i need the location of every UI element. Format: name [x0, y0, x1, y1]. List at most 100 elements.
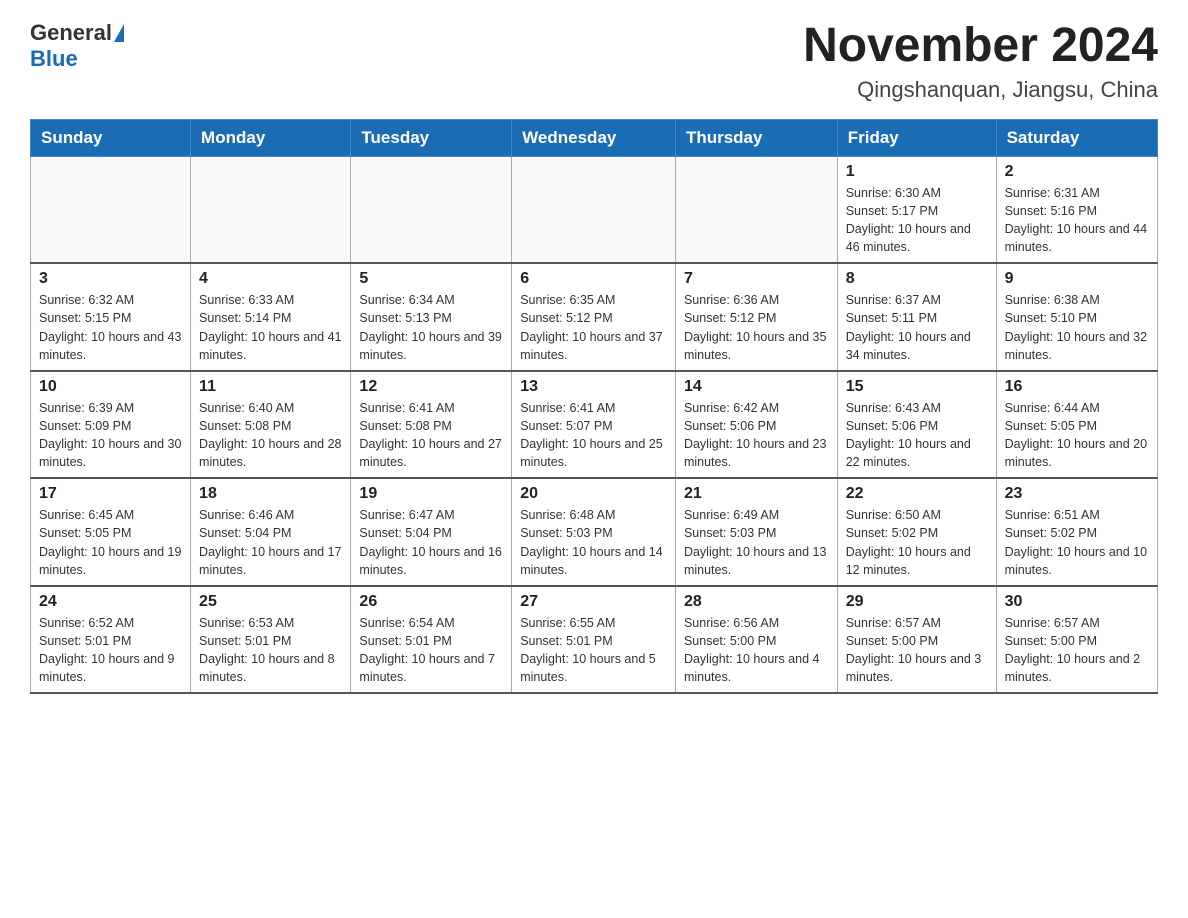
- day-number: 13: [520, 378, 667, 396]
- day-info: Sunrise: 6:48 AM Sunset: 5:03 PM Dayligh…: [520, 506, 667, 579]
- logo: General Blue: [30, 20, 124, 72]
- calendar-day-cell: 26 Sunrise: 6:54 AM Sunset: 5:01 PM Dayli…: [351, 586, 512, 694]
- calendar-day-cell: 28Sunrise: 6:56 AM Sunset: 5:00 PM Dayli…: [675, 586, 837, 694]
- day-info: Sunrise: 6:36 AM Sunset: 5:12 PM Dayligh…: [684, 291, 829, 364]
- day-number: 3: [39, 270, 182, 288]
- day-info: Sunrise: 6:41 AM Sunset: 5:07 PM Dayligh…: [520, 399, 667, 472]
- day-number: 27: [520, 593, 667, 611]
- calendar-day-cell: 16 Sunrise: 6:44 AM Sunset: 5:05 PM Dayli…: [996, 371, 1157, 479]
- calendar-day-cell: [31, 156, 191, 263]
- day-number: 12: [359, 378, 503, 396]
- calendar-day-cell: 23 Sunrise: 6:51 AM Sunset: 5:02 PM Dayli…: [996, 478, 1157, 586]
- day-number: 16: [1005, 378, 1149, 396]
- calendar-day-header: Saturday: [996, 119, 1157, 156]
- calendar-day-cell: 29 Sunrise: 6:57 AM Sunset: 5:00 PM Dayli…: [837, 586, 996, 694]
- page-header: General Blue November 2024 Qingshanquan,…: [30, 20, 1158, 103]
- calendar-day-header: Thursday: [675, 119, 837, 156]
- day-number: 22: [846, 485, 988, 503]
- calendar-day-cell: 4 Sunrise: 6:33 AM Sunset: 5:14 PM Daylig…: [191, 263, 351, 371]
- day-number: 18: [199, 485, 342, 503]
- calendar-day-header: Friday: [837, 119, 996, 156]
- calendar-week-row: 1 Sunrise: 6:30 AM Sunset: 5:17 PM Daylig…: [31, 156, 1158, 263]
- day-number: 8: [846, 270, 988, 288]
- calendar-week-row: 24Sunrise: 6:52 AM Sunset: 5:01 PM Dayli…: [31, 586, 1158, 694]
- calendar-day-cell: 10Sunrise: 6:39 AM Sunset: 5:09 PM Dayli…: [31, 371, 191, 479]
- calendar-day-cell: [191, 156, 351, 263]
- calendar-day-cell: 18 Sunrise: 6:46 AM Sunset: 5:04 PM Dayli…: [191, 478, 351, 586]
- calendar-day-cell: 17 Sunrise: 6:45 AM Sunset: 5:05 PM Dayli…: [31, 478, 191, 586]
- calendar-day-cell: 24Sunrise: 6:52 AM Sunset: 5:01 PM Dayli…: [31, 586, 191, 694]
- calendar-day-cell: 11 Sunrise: 6:40 AM Sunset: 5:08 PM Dayli…: [191, 371, 351, 479]
- calendar-day-cell: 19 Sunrise: 6:47 AM Sunset: 5:04 PM Dayli…: [351, 478, 512, 586]
- day-info: Sunrise: 6:54 AM Sunset: 5:01 PM Dayligh…: [359, 614, 503, 687]
- page-title: November 2024: [803, 20, 1158, 73]
- day-info: Sunrise: 6:57 AM Sunset: 5:00 PM Dayligh…: [846, 614, 988, 687]
- page-subtitle: Qingshanquan, Jiangsu, China: [803, 77, 1158, 103]
- calendar-day-cell: 8Sunrise: 6:37 AM Sunset: 5:11 PM Daylig…: [837, 263, 996, 371]
- day-number: 24: [39, 593, 182, 611]
- calendar-day-cell: [675, 156, 837, 263]
- calendar-day-cell: 3 Sunrise: 6:32 AM Sunset: 5:15 PM Daylig…: [31, 263, 191, 371]
- day-info: Sunrise: 6:53 AM Sunset: 5:01 PM Dayligh…: [199, 614, 342, 687]
- calendar-day-header: Tuesday: [351, 119, 512, 156]
- day-number: 20: [520, 485, 667, 503]
- title-block: November 2024 Qingshanquan, Jiangsu, Chi…: [803, 20, 1158, 103]
- calendar-day-cell: 5 Sunrise: 6:34 AM Sunset: 5:13 PM Daylig…: [351, 263, 512, 371]
- logo-triangle-icon: [114, 24, 124, 42]
- calendar-day-header: Wednesday: [512, 119, 676, 156]
- day-number: 7: [684, 270, 829, 288]
- day-info: Sunrise: 6:43 AM Sunset: 5:06 PM Dayligh…: [846, 399, 988, 472]
- day-number: 17: [39, 485, 182, 503]
- logo-general-text: General: [30, 20, 112, 46]
- day-number: 11: [199, 378, 342, 396]
- logo-blue-text: Blue: [30, 46, 78, 72]
- day-number: 9: [1005, 270, 1149, 288]
- day-number: 25: [199, 593, 342, 611]
- day-number: 29: [846, 593, 988, 611]
- calendar-day-cell: 27 Sunrise: 6:55 AM Sunset: 5:01 PM Dayli…: [512, 586, 676, 694]
- calendar-day-header: Sunday: [31, 119, 191, 156]
- calendar-week-row: 10Sunrise: 6:39 AM Sunset: 5:09 PM Dayli…: [31, 371, 1158, 479]
- day-info: Sunrise: 6:51 AM Sunset: 5:02 PM Dayligh…: [1005, 506, 1149, 579]
- calendar-table: SundayMondayTuesdayWednesdayThursdayFrid…: [30, 119, 1158, 695]
- day-number: 19: [359, 485, 503, 503]
- day-info: Sunrise: 6:32 AM Sunset: 5:15 PM Dayligh…: [39, 291, 182, 364]
- day-number: 26: [359, 593, 503, 611]
- calendar-day-cell: 7 Sunrise: 6:36 AM Sunset: 5:12 PM Daylig…: [675, 263, 837, 371]
- day-info: Sunrise: 6:40 AM Sunset: 5:08 PM Dayligh…: [199, 399, 342, 472]
- day-number: 4: [199, 270, 342, 288]
- day-info: Sunrise: 6:47 AM Sunset: 5:04 PM Dayligh…: [359, 506, 503, 579]
- day-info: Sunrise: 6:42 AM Sunset: 5:06 PM Dayligh…: [684, 399, 829, 472]
- calendar-day-cell: 20 Sunrise: 6:48 AM Sunset: 5:03 PM Dayli…: [512, 478, 676, 586]
- day-info: Sunrise: 6:57 AM Sunset: 5:00 PM Dayligh…: [1005, 614, 1149, 687]
- day-number: 14: [684, 378, 829, 396]
- calendar-day-cell: 21Sunrise: 6:49 AM Sunset: 5:03 PM Dayli…: [675, 478, 837, 586]
- day-number: 1: [846, 163, 988, 181]
- calendar-day-cell: 6 Sunrise: 6:35 AM Sunset: 5:12 PM Daylig…: [512, 263, 676, 371]
- day-info: Sunrise: 6:30 AM Sunset: 5:17 PM Dayligh…: [846, 184, 988, 257]
- calendar-day-cell: 1 Sunrise: 6:30 AM Sunset: 5:17 PM Daylig…: [837, 156, 996, 263]
- day-info: Sunrise: 6:55 AM Sunset: 5:01 PM Dayligh…: [520, 614, 667, 687]
- day-info: Sunrise: 6:33 AM Sunset: 5:14 PM Dayligh…: [199, 291, 342, 364]
- day-number: 30: [1005, 593, 1149, 611]
- day-info: Sunrise: 6:35 AM Sunset: 5:12 PM Dayligh…: [520, 291, 667, 364]
- calendar-day-cell: 14 Sunrise: 6:42 AM Sunset: 5:06 PM Dayli…: [675, 371, 837, 479]
- day-info: Sunrise: 6:31 AM Sunset: 5:16 PM Dayligh…: [1005, 184, 1149, 257]
- calendar-day-cell: 15 Sunrise: 6:43 AM Sunset: 5:06 PM Dayli…: [837, 371, 996, 479]
- day-info: Sunrise: 6:41 AM Sunset: 5:08 PM Dayligh…: [359, 399, 503, 472]
- day-info: Sunrise: 6:34 AM Sunset: 5:13 PM Dayligh…: [359, 291, 503, 364]
- day-info: Sunrise: 6:45 AM Sunset: 5:05 PM Dayligh…: [39, 506, 182, 579]
- day-info: Sunrise: 6:44 AM Sunset: 5:05 PM Dayligh…: [1005, 399, 1149, 472]
- day-info: Sunrise: 6:56 AM Sunset: 5:00 PM Dayligh…: [684, 614, 829, 687]
- day-number: 5: [359, 270, 503, 288]
- calendar-week-row: 3 Sunrise: 6:32 AM Sunset: 5:15 PM Daylig…: [31, 263, 1158, 371]
- calendar-day-header: Monday: [191, 119, 351, 156]
- day-info: Sunrise: 6:46 AM Sunset: 5:04 PM Dayligh…: [199, 506, 342, 579]
- day-number: 23: [1005, 485, 1149, 503]
- calendar-day-cell: 13 Sunrise: 6:41 AM Sunset: 5:07 PM Dayli…: [512, 371, 676, 479]
- day-number: 6: [520, 270, 667, 288]
- day-number: 2: [1005, 163, 1149, 181]
- day-number: 15: [846, 378, 988, 396]
- calendar-day-cell: [512, 156, 676, 263]
- day-info: Sunrise: 6:49 AM Sunset: 5:03 PM Dayligh…: [684, 506, 829, 579]
